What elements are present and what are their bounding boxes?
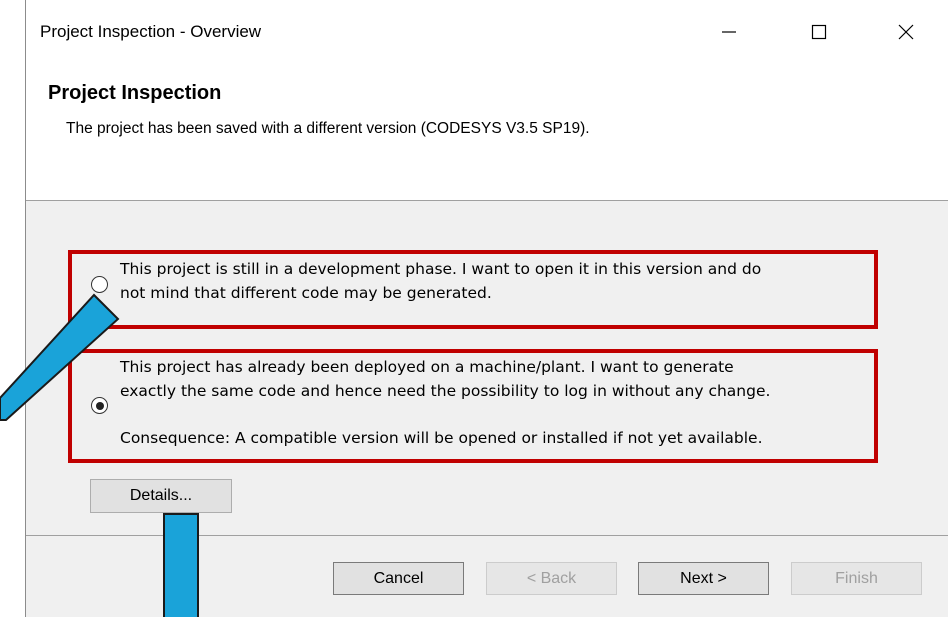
- annotation-arrow-diagonal: [0, 293, 120, 421]
- annotation-arrows: [0, 293, 199, 617]
- annotation-arrow-vertical: [163, 513, 199, 617]
